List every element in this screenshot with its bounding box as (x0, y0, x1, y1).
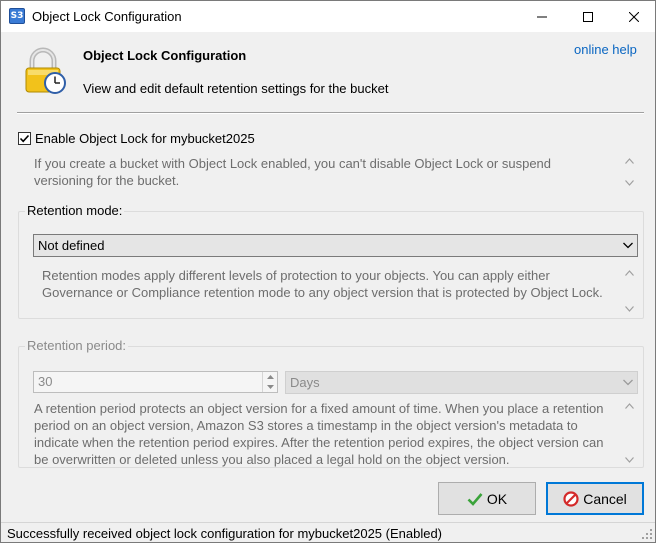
retention-period-value: 30 (38, 374, 53, 389)
header-title: Object Lock Configuration (83, 48, 247, 63)
retention-period-spinner[interactable] (262, 372, 277, 392)
retention-period-info-scroller[interactable] (623, 403, 635, 463)
close-button[interactable] (611, 1, 655, 32)
retention-mode-info-text: Retention modes apply different levels o… (42, 267, 622, 301)
maximize-icon (583, 11, 593, 22)
spin-up-icon[interactable] (263, 372, 277, 382)
header-subtitle: View and edit default retention settings… (83, 81, 389, 96)
info-line: period on an object version, Amazon S3 s… (34, 418, 578, 433)
status-text: Successfully received object lock config… (7, 526, 443, 541)
chevron-down-icon (623, 242, 633, 249)
retention-unit-select[interactable]: Days (285, 371, 638, 394)
retention-mode-legend: Retention mode: (25, 203, 125, 218)
header-separator (17, 112, 644, 114)
info-line: If you create a bucket with Object Lock … (34, 156, 552, 171)
retention-mode-info-scroller[interactable] (623, 270, 635, 312)
checkmark-icon (19, 134, 30, 143)
retention-unit-value: Days (290, 375, 320, 390)
scroll-up-icon[interactable] (624, 403, 634, 409)
resize-grip-icon[interactable] (642, 529, 653, 540)
app-icon: S3 (9, 8, 25, 24)
checkmark-icon (467, 492, 483, 506)
cancel-label: Cancel (583, 490, 627, 507)
retention-period-legend: Retention period: (25, 338, 129, 353)
object-lock-info-text: If you create a bucket with Object Lock … (34, 155, 619, 189)
maximize-button[interactable] (565, 1, 611, 32)
scroll-up-icon[interactable] (624, 270, 634, 276)
scroll-down-icon[interactable] (624, 306, 634, 312)
retention-period-info-text: A retention period protects an object ve… (34, 400, 619, 468)
info-line: A retention period protects an object ve… (34, 401, 604, 416)
cancel-icon (563, 490, 579, 507)
dialog-window: S3 Object Lock Configuration Object Lock… (0, 0, 656, 543)
minimize-button[interactable] (519, 1, 565, 32)
status-bar: Successfully received object lock config… (1, 522, 655, 542)
title-bar[interactable]: S3 Object Lock Configuration (1, 1, 655, 32)
retention-mode-select[interactable]: Not defined (33, 234, 638, 257)
info-line: versioning for the bucket. (34, 173, 180, 188)
retention-mode-value: Not defined (38, 238, 105, 253)
window-title: Object Lock Configuration (32, 9, 182, 24)
enable-object-lock-label[interactable]: Enable Object Lock for mybucket2025 (35, 131, 255, 146)
object-lock-info-scroller[interactable] (623, 158, 635, 186)
info-line: Retention modes apply different levels o… (42, 268, 550, 283)
close-icon (629, 11, 639, 22)
info-line: indicate when the retention period expir… (34, 435, 604, 450)
online-help-link[interactable]: online help (574, 42, 637, 57)
retention-period-input[interactable]: 30 (33, 371, 278, 393)
cancel-button[interactable]: Cancel (546, 482, 644, 515)
spin-down-icon[interactable] (263, 382, 277, 392)
scroll-down-icon[interactable] (624, 180, 634, 186)
enable-object-lock-checkbox[interactable] (18, 132, 31, 145)
ok-label: OK (486, 490, 508, 507)
chevron-down-icon (623, 379, 633, 386)
info-line: be overwritten or deleted unless you als… (34, 452, 510, 467)
scroll-up-icon[interactable] (624, 158, 634, 164)
info-line: Governance or Compliance retention mode … (42, 285, 603, 300)
minimize-icon (537, 16, 547, 17)
lock-clock-icon (25, 47, 66, 94)
ok-button[interactable]: OK (438, 482, 536, 515)
scroll-down-icon[interactable] (624, 457, 634, 463)
retention-mode-group (18, 211, 644, 319)
